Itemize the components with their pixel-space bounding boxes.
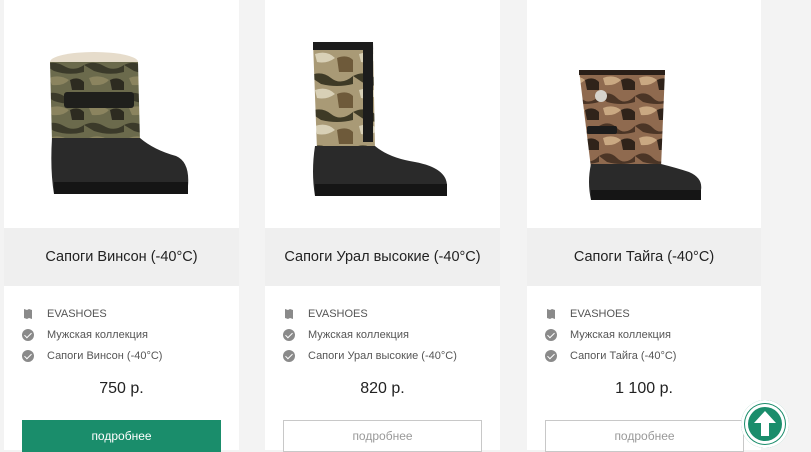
collection-label: Мужская коллекция <box>308 328 409 341</box>
model-label: Сапоги Винсон (-40°C) <box>47 349 163 362</box>
product-price: 1 100 р. <box>615 380 673 397</box>
product-image[interactable] <box>265 0 500 228</box>
product-card: Сапоги Винсон (-40°C) EVASHOES Мужская к… <box>4 0 239 452</box>
check-circle-icon <box>545 349 557 362</box>
product-price: 820 р. <box>360 380 405 397</box>
brand-label: EVASHOES <box>570 307 630 320</box>
collection-label: Мужская коллекция <box>570 328 671 341</box>
check-circle-icon <box>283 349 295 362</box>
model-label: Сапоги Урал высокие (-40°C) <box>308 349 457 362</box>
details-button[interactable]: подробнее <box>283 420 482 452</box>
product-image[interactable] <box>527 0 761 228</box>
check-circle-icon <box>283 328 295 341</box>
model-label: Сапоги Тайга (-40°C) <box>570 349 677 362</box>
model-row: Сапоги Винсон (-40°C) <box>22 345 229 366</box>
brand-label: EVASHOES <box>47 307 107 320</box>
arrow-up-icon <box>745 404 785 444</box>
product-card: Сапоги Урал высокие (-40°C) EVASHOES Муж… <box>265 0 500 452</box>
product-title[interactable]: Сапоги Винсон (-40°C) <box>4 228 239 286</box>
product-card: Сапоги Тайга (-40°C) EVASHOES Мужская ко… <box>527 0 761 452</box>
collection-label: Мужская коллекция <box>47 328 148 341</box>
brand-row: EVASHOES <box>283 303 490 324</box>
brand-row: EVASHOES <box>545 303 751 324</box>
product-properties: EVASHOES Мужская коллекция Сапоги Винсон… <box>22 303 229 366</box>
details-button[interactable]: подробнее <box>545 420 744 452</box>
brand-label: EVASHOES <box>308 307 368 320</box>
product-title[interactable]: Сапоги Урал высокие (-40°C) <box>265 228 500 286</box>
leather-icon <box>22 308 34 320</box>
collection-row: Мужская коллекция <box>545 324 751 345</box>
scroll-top-button[interactable] <box>741 400 789 448</box>
product-image[interactable] <box>4 0 239 228</box>
collection-row: Мужская коллекция <box>283 324 490 345</box>
product-properties: EVASHOES Мужская коллекция Сапоги Урал в… <box>283 303 490 366</box>
leather-icon <box>283 308 295 320</box>
check-circle-icon <box>22 349 34 362</box>
check-circle-icon <box>545 328 557 341</box>
model-row: Сапоги Тайга (-40°C) <box>545 345 751 366</box>
collection-row: Мужская коллекция <box>22 324 229 345</box>
details-button[interactable]: подробнее <box>22 420 221 452</box>
product-price: 750 р. <box>99 380 144 397</box>
check-circle-icon <box>22 328 34 341</box>
product-properties: EVASHOES Мужская коллекция Сапоги Тайга … <box>545 303 751 366</box>
product-title[interactable]: Сапоги Тайга (-40°C) <box>527 228 761 286</box>
brand-row: EVASHOES <box>22 303 229 324</box>
leather-icon <box>545 308 557 320</box>
model-row: Сапоги Урал высокие (-40°C) <box>283 345 490 366</box>
